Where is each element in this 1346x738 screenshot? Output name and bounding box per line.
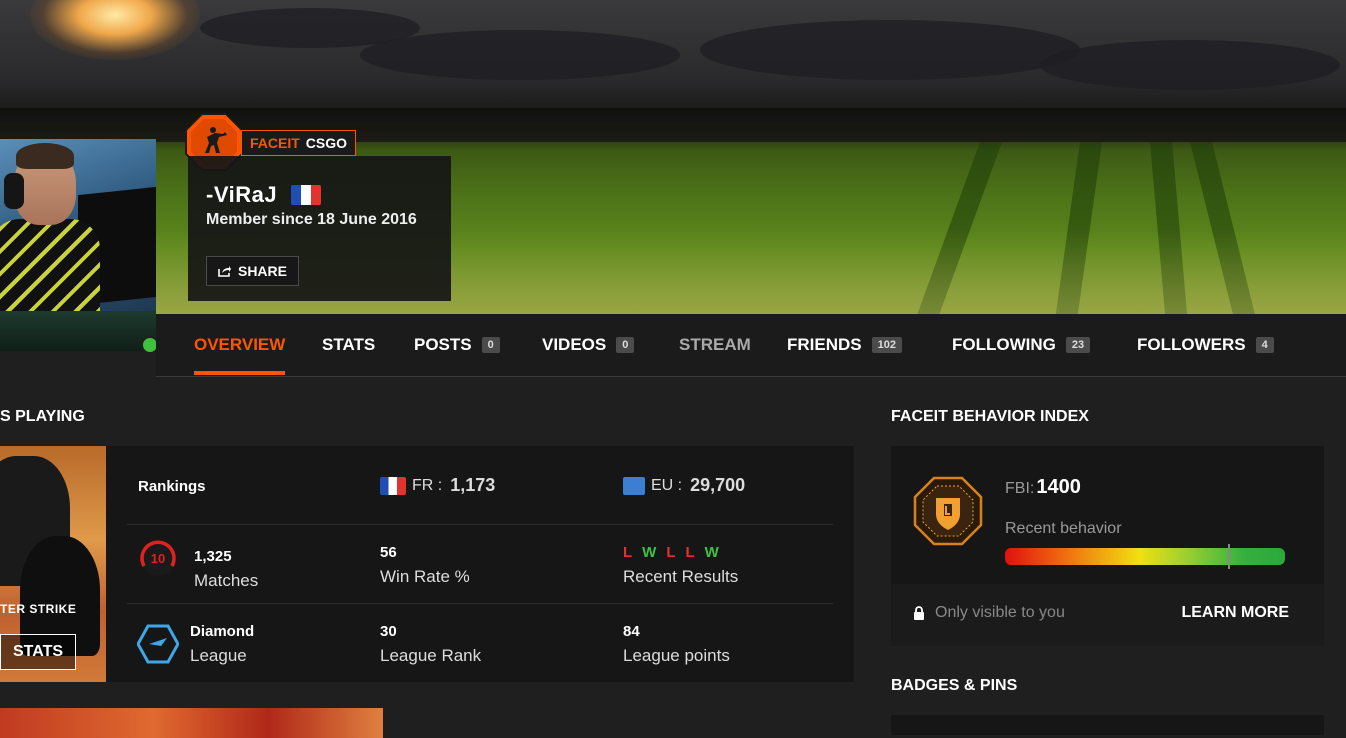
diamond-league-icon bbox=[137, 624, 179, 664]
share-label: SHARE bbox=[237, 263, 287, 279]
league-rank-value: 30 bbox=[380, 623, 397, 640]
divider bbox=[127, 524, 833, 525]
tab-count: 0 bbox=[481, 336, 500, 353]
tab-label: POSTS bbox=[414, 334, 472, 354]
league-rank-label: League Rank bbox=[380, 646, 482, 665]
result-loss: L bbox=[666, 544, 679, 561]
badges-section-title: BADGES & PINS bbox=[891, 677, 1018, 694]
country-ranking: FR : 1,173 bbox=[380, 475, 495, 496]
avatar[interactable] bbox=[0, 139, 156, 351]
profile-nav: OVERVIEW STATS POSTS 0 VIDEOS 0 STREAM F… bbox=[156, 314, 1346, 377]
league-value: Diamond bbox=[190, 623, 255, 640]
tab-count: 0 bbox=[616, 336, 635, 353]
region-rank-value: 29,700 bbox=[690, 475, 746, 495]
result-win: W bbox=[642, 544, 660, 561]
profile-info-box: -ViRaJ Member since 18 June 2016 SHARE bbox=[188, 156, 451, 301]
result-loss: L bbox=[685, 544, 698, 561]
win-rate-value: 56 bbox=[380, 544, 397, 561]
skill-level-value: 10 bbox=[151, 551, 165, 566]
tab-count: 4 bbox=[1255, 336, 1274, 353]
rankings-label: Rankings bbox=[138, 478, 206, 495]
game-tag: FACEIT CSGO bbox=[241, 130, 357, 156]
tab-stats[interactable]: STATS bbox=[322, 314, 375, 375]
divider bbox=[127, 603, 833, 604]
member-since: Member since 18 June 2016 bbox=[206, 211, 417, 228]
tab-count: 23 bbox=[1065, 336, 1091, 353]
tab-videos[interactable]: VIDEOS 0 bbox=[542, 314, 635, 375]
result-loss: L bbox=[623, 544, 635, 561]
matches-value: 1,325 bbox=[194, 548, 232, 565]
fbi-summary: FBI: 1400 Recent behavior bbox=[891, 446, 1324, 584]
learn-more-link[interactable]: LEARN MORE bbox=[1181, 604, 1289, 622]
fbi-value: 1400 bbox=[1036, 476, 1081, 498]
privacy-text: Only visible to you bbox=[935, 604, 1065, 621]
privacy-note: Only visible to you bbox=[913, 604, 1065, 622]
result-win: W bbox=[704, 544, 722, 561]
tab-posts[interactable]: POSTS 0 bbox=[414, 314, 500, 375]
fbi-footer: Only visible to you LEARN MORE bbox=[891, 584, 1324, 646]
lock-icon bbox=[914, 605, 924, 620]
recent-results-value: L W L L W bbox=[623, 544, 722, 561]
tab-stream[interactable]: STREAM bbox=[679, 314, 751, 375]
tab-following[interactable]: FOLLOWING 23 bbox=[952, 314, 1091, 375]
country-code: FR bbox=[412, 476, 434, 494]
matches-label: Matches bbox=[194, 571, 259, 590]
badges-card bbox=[891, 715, 1324, 735]
tab-friends[interactable]: FRIENDS 102 bbox=[787, 314, 902, 375]
behavior-marker bbox=[1228, 544, 1230, 569]
tab-label: STREAM bbox=[679, 334, 751, 354]
region-ranking: EU : 29,700 bbox=[623, 475, 745, 496]
cloud bbox=[1040, 40, 1340, 90]
france-flag-icon bbox=[291, 185, 321, 205]
game-logo: TER STRIKE bbox=[0, 602, 77, 616]
fbi-card: FBI: 1400 Recent behavior Only visible to… bbox=[891, 446, 1324, 646]
brand-label: FACEIT bbox=[250, 135, 300, 151]
game-stats-button[interactable]: STATS bbox=[0, 634, 76, 670]
region-code: EU bbox=[651, 476, 674, 494]
headset-icon bbox=[4, 173, 24, 209]
recent-behavior-label: Recent behavior bbox=[1005, 520, 1122, 537]
fbi-label: FBI: bbox=[1005, 480, 1035, 497]
recent-results-label: Recent Results bbox=[623, 567, 739, 586]
cloud bbox=[360, 30, 680, 80]
fbi-section-title: FACEIT BEHAVIOR INDEX bbox=[891, 408, 1089, 425]
cloud bbox=[700, 20, 1080, 80]
nickname: -ViRaJ bbox=[206, 182, 278, 207]
sunset-glow bbox=[30, 0, 200, 60]
skill-level-icon: 10 bbox=[140, 540, 176, 576]
tab-overview[interactable]: OVERVIEW bbox=[194, 314, 286, 375]
share-button[interactable]: SHARE bbox=[206, 256, 299, 286]
stats-button-label: STATS bbox=[12, 643, 64, 660]
next-game-art[interactable] bbox=[0, 708, 383, 738]
tab-label: STATS bbox=[322, 334, 376, 354]
avatar-desk bbox=[0, 311, 156, 351]
europe-region-icon bbox=[623, 476, 645, 495]
league-label: League bbox=[190, 646, 247, 665]
behavior-shield-icon bbox=[913, 476, 983, 546]
league-points-value: 84 bbox=[623, 623, 640, 640]
tab-label: FOLLOWING bbox=[952, 334, 1056, 354]
playing-section-title: S PLAYING bbox=[0, 408, 85, 425]
game-label: CSGO bbox=[305, 135, 348, 151]
fbi-score: FBI: 1400 bbox=[1005, 476, 1081, 499]
league-points-label: League points bbox=[623, 646, 730, 665]
tab-followers[interactable]: FOLLOWERS 4 bbox=[1137, 314, 1274, 375]
share-icon bbox=[218, 266, 231, 277]
tab-label: VIDEOS bbox=[542, 334, 607, 354]
tab-count: 102 bbox=[871, 336, 902, 353]
tab-label: OVERVIEW bbox=[194, 334, 286, 354]
france-flag-icon bbox=[380, 476, 406, 495]
tab-label: FRIENDS bbox=[787, 334, 862, 354]
csgo-cover-art[interactable]: TER STRIKE STATS bbox=[0, 446, 106, 682]
avatar-hair bbox=[16, 143, 74, 169]
tab-label: FOLLOWERS bbox=[1137, 334, 1246, 354]
win-rate-label: Win Rate % bbox=[380, 567, 470, 586]
behavior-meter bbox=[1005, 544, 1285, 569]
country-rank-value: 1,173 bbox=[450, 475, 496, 495]
